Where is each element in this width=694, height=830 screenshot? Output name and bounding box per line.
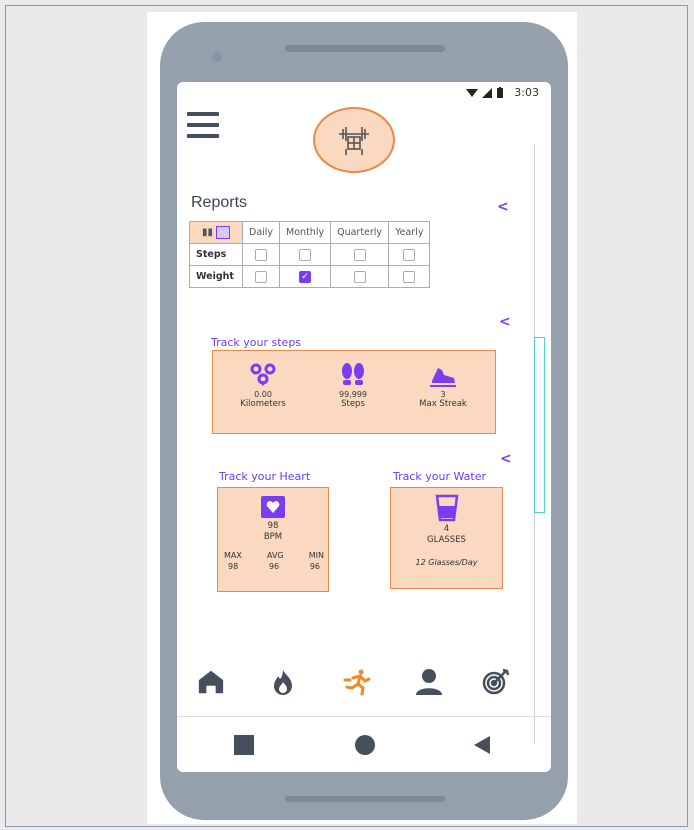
heart-value: 98 (267, 521, 279, 531)
table-cell (330, 265, 390, 288)
running-icon[interactable] (343, 668, 371, 696)
nav-divider (177, 716, 551, 717)
bar-chart-icon[interactable]: ▮▮ (202, 227, 213, 238)
checkbox[interactable] (353, 270, 366, 283)
table-row: Steps (189, 243, 431, 266)
page-title: Reports (191, 194, 248, 211)
bottom-speaker (285, 796, 445, 802)
table-cell (388, 243, 431, 266)
column-header[interactable]: Quarterly (330, 221, 390, 244)
heart-labels: MAX AVG MIN (224, 551, 324, 560)
column-header[interactable]: Monthly (279, 221, 332, 244)
reports-table: ▮▮ Daily Monthly Quarterly Yearly Steps … (189, 221, 431, 288)
table-view-icon[interactable] (216, 226, 231, 239)
avg-value: 96 (268, 562, 280, 571)
location-pins-icon (250, 363, 276, 386)
status-time: 3:03 (514, 86, 539, 99)
status-bar: 3:03 (466, 86, 539, 99)
steps-card: 0.00 Kilometers 99,999 Steps 3 Max Strea… (212, 350, 496, 434)
kilometers-value: 0.00 (254, 390, 272, 399)
heart-unit: BPM (263, 532, 283, 542)
glass-icon (435, 494, 459, 522)
water-card: 4 GLASSES 12 Glasses/Day (390, 487, 503, 589)
max-value: 98 (228, 562, 239, 571)
steps-label: Steps (341, 399, 365, 409)
table-cell (241, 265, 281, 288)
fire-icon[interactable] (269, 668, 297, 696)
checkbox[interactable] (403, 248, 416, 261)
max-streak-value: 3 (440, 390, 446, 399)
share-icon[interactable]: < (500, 452, 512, 466)
checkbox[interactable] (403, 270, 416, 283)
camera-icon (212, 52, 222, 62)
scrollbar-thumb[interactable] (534, 337, 545, 513)
phone-screen: 3:03 Reports < ▮▮ Daily Monthly Quarterl… (177, 82, 551, 772)
water-unit: GLASSES (427, 535, 466, 545)
max-streak-label: Max Streak (419, 399, 467, 409)
row-label: Steps (189, 243, 243, 266)
square-button[interactable] (234, 735, 254, 755)
max-streak-stat: 3 Max Streak (403, 363, 483, 409)
shoe-icon (430, 368, 456, 387)
heart-icon (261, 496, 285, 518)
steps-value: 99,999 (339, 390, 367, 399)
table-cell: ✓ (279, 265, 332, 288)
table-cell (330, 243, 390, 266)
avg-label: AVG (266, 551, 284, 560)
heart-values: 98 96 96 (228, 562, 320, 571)
hamburger-icon[interactable] (187, 112, 219, 138)
max-label: MAX (224, 551, 242, 560)
water-value: 4 (443, 524, 450, 534)
checkbox[interactable] (353, 248, 366, 261)
target-icon[interactable] (482, 668, 510, 696)
table-row: Weight ✓ (189, 265, 431, 288)
share-icon[interactable]: < (497, 200, 509, 214)
table-cell (388, 265, 431, 288)
steps-stat: 99,999 Steps (313, 363, 393, 409)
battery-icon (497, 87, 504, 98)
footprints-icon (342, 363, 364, 385)
barbell-icon (313, 107, 395, 173)
table-cell (279, 243, 332, 266)
checkbox[interactable] (299, 248, 312, 261)
column-header[interactable]: Daily (241, 221, 281, 244)
table-header-row: ▮▮ Daily Monthly Quarterly Yearly (189, 221, 431, 244)
back-button[interactable] (474, 736, 490, 754)
person-icon[interactable] (415, 668, 443, 696)
checkbox-checked[interactable]: ✓ (299, 270, 312, 283)
kilometers-stat: 0.00 Kilometers (223, 363, 303, 409)
phone-frame: 3:03 Reports < ▮▮ Daily Monthly Quarterl… (160, 22, 568, 820)
row-label: Weight (189, 265, 243, 288)
circle-button[interactable] (355, 735, 375, 755)
kilometers-label: Kilometers (240, 399, 286, 409)
heart-card-title: Track your Heart (219, 470, 311, 483)
share-icon[interactable]: < (499, 315, 511, 329)
chart-toggle-cell[interactable]: ▮▮ (189, 221, 243, 244)
checkbox[interactable] (255, 270, 268, 283)
home-icon[interactable] (197, 668, 225, 696)
min-value: 96 (309, 562, 320, 571)
steps-card-title: Track your steps (211, 336, 302, 349)
table-cell (241, 243, 281, 266)
water-card-title: Track your Water (393, 470, 487, 483)
speaker-grille (285, 45, 445, 52)
checkbox[interactable] (255, 248, 268, 261)
column-header[interactable]: Yearly (388, 221, 431, 244)
heart-card: 98 BPM MAX AVG MIN 98 96 96 (217, 487, 329, 592)
signal-icon (482, 87, 493, 98)
min-label: MIN (308, 551, 324, 560)
water-goal: 12 Glasses/Day (415, 558, 478, 567)
wifi-icon (466, 88, 479, 97)
